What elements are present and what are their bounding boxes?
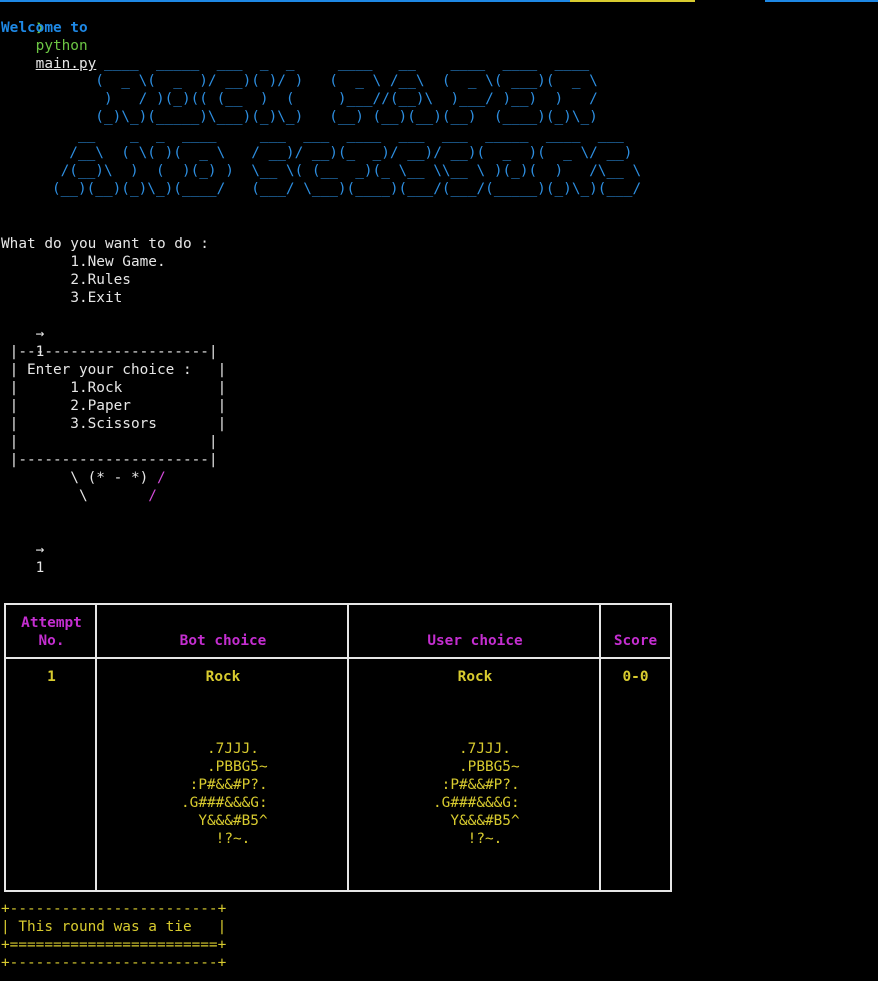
welcome-text: Welcome to	[1, 20, 88, 36]
main-menu-question: What do you want to do :	[1, 236, 209, 252]
row-score: 0-0	[622, 669, 649, 685]
choice-option-rock[interactable]: | 1.Rock |	[1, 380, 227, 396]
header-bot-choice: Bot choice	[179, 633, 267, 649]
round-result-box: +------------------------+ | This round …	[1, 900, 226, 972]
choice-input-value[interactable]: 1	[36, 560, 45, 576]
banner-line: ____ _____ ___ _ _ ____ __ ____ ____ ___…	[0, 55, 598, 71]
round-result-message: | This round was a tie |	[1, 919, 227, 935]
mascot-line-1: \ (* - *) /	[1, 470, 166, 486]
top-progress-bar-blue-right	[765, 0, 878, 2]
menu-option-exit[interactable]: 3.Exit	[1, 289, 122, 307]
choice-option-scissors[interactable]: | 3.Scissors |	[1, 416, 227, 432]
header-score: Score	[613, 633, 658, 649]
top-progress-bar-yellow	[570, 0, 695, 2]
choice-box-border-top: |----------------------|	[1, 344, 218, 360]
menu-option-new-game[interactable]: 1.New Game.	[1, 253, 165, 271]
terminal-window[interactable]: ❯ python main.py Welcome to ____ _____ _…	[0, 0, 878, 981]
choice-input[interactable]: → 1	[1, 523, 45, 595]
banner-line: (_)\_)(_____)\___)(_)\_) (__) (__)(__)(_…	[0, 109, 598, 125]
header-attempt-number: Attempt No.	[21, 615, 82, 649]
command-program: python	[35, 38, 88, 54]
mascot-slash-icon: /	[148, 488, 157, 504]
result-box-bottom: +------------------------+	[1, 955, 227, 971]
choice-box-border-bottom: |----------------------|	[1, 452, 218, 468]
choice-box-blank: | |	[1, 434, 218, 450]
choice-menu-box: |----------------------| | Enter your ch…	[1, 343, 227, 469]
row-user-choice: Rock	[457, 669, 493, 685]
menu-option-rules[interactable]: 2.Rules	[1, 271, 131, 289]
mascot-line-2: \ /	[1, 488, 157, 504]
input-arrow-icon: →	[35, 326, 45, 342]
input-arrow-icon: →	[35, 542, 45, 558]
mascot-slash-icon: /	[156, 470, 166, 486]
result-box-top: +------------------------+	[1, 901, 227, 917]
row-attempt-number: 1	[47, 669, 56, 685]
banner-line: (__)(__)(_)\_)(____/ (___/ \___)(____)(_…	[0, 181, 642, 197]
banner-line: ( _ \( _ )/ __)( )/ ) ( _ \ /__\ ( _ \( …	[0, 73, 598, 89]
row-bot-choice: Rock	[205, 669, 241, 685]
banner-line: ) / )(_)(( (__ ) ( )___//(__)\ )___/ )__…	[0, 91, 598, 107]
bot-rock-art: .7JJJ. .PBBG5~ :P#&&#P?. .G###&&&G: Y&&&…	[181, 741, 268, 847]
choice-box-prompt: | Enter your choice : |	[1, 362, 227, 378]
results-table: Attempt No. Bot choice User choice Score…	[4, 603, 672, 892]
banner-line: /(__)\ ) ( )(_) ) \__ \( (__ _)(_ \__ \\…	[0, 163, 642, 179]
user-rock-art: .7JJJ. .PBBG5~ :P#&&#P?. .G###&&&G: Y&&&…	[433, 741, 520, 847]
result-box-middle: +========================+	[1, 937, 227, 953]
choice-option-paper[interactable]: | 2.Paper |	[1, 398, 227, 414]
header-user-choice: User choice	[427, 633, 523, 649]
banner-line: __ _ _ ____ ___ ___ ____ ___ ___ _____ _…	[0, 127, 633, 143]
banner-line: /__\ ( \( )( _ \ / __)/ __)(_ _)/ __)/ _…	[0, 145, 633, 161]
rock-paper-scissors-ascii-banner: ____ _____ ___ _ _ ____ __ ____ ____ ___…	[0, 54, 641, 198]
